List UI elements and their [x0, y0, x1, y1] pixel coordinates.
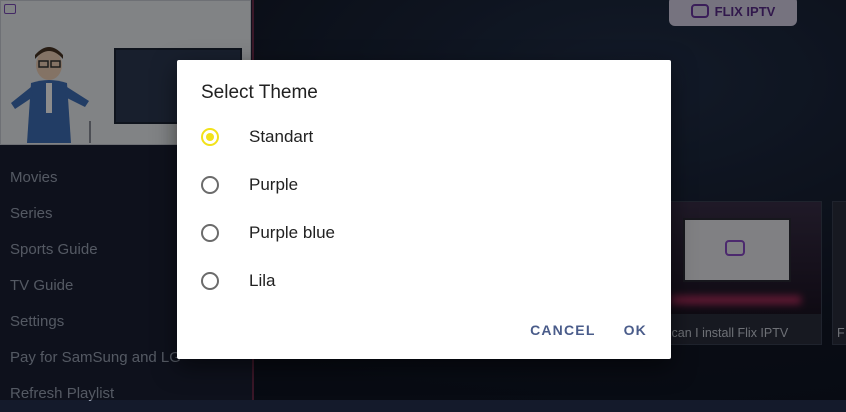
theme-option-label: Standart — [249, 127, 314, 146]
dialog-title: Select Theme — [201, 82, 318, 103]
dialog-actions: CANCEL OK — [530, 322, 647, 338]
theme-option-purple[interactable]: Purple — [201, 165, 641, 205]
theme-option-lila[interactable]: Lila — [201, 261, 641, 301]
theme-option-label: Purple blue — [249, 223, 336, 242]
radio-selected-icon[interactable] — [201, 128, 219, 146]
theme-option-label: Purple — [249, 175, 299, 194]
theme-option-label: Lila — [249, 271, 276, 290]
radio-unselected-icon[interactable] — [201, 224, 219, 242]
radio-unselected-icon[interactable] — [201, 176, 219, 194]
select-theme-dialog: Select Theme Standart Purple Purple blue… — [177, 60, 671, 359]
theme-option-standart[interactable]: Standart — [201, 117, 641, 157]
radio-unselected-icon[interactable] — [201, 272, 219, 290]
ok-button[interactable]: OK — [624, 322, 647, 338]
cancel-button[interactable]: CANCEL — [530, 322, 596, 338]
theme-option-purple-blue[interactable]: Purple blue — [201, 213, 641, 253]
